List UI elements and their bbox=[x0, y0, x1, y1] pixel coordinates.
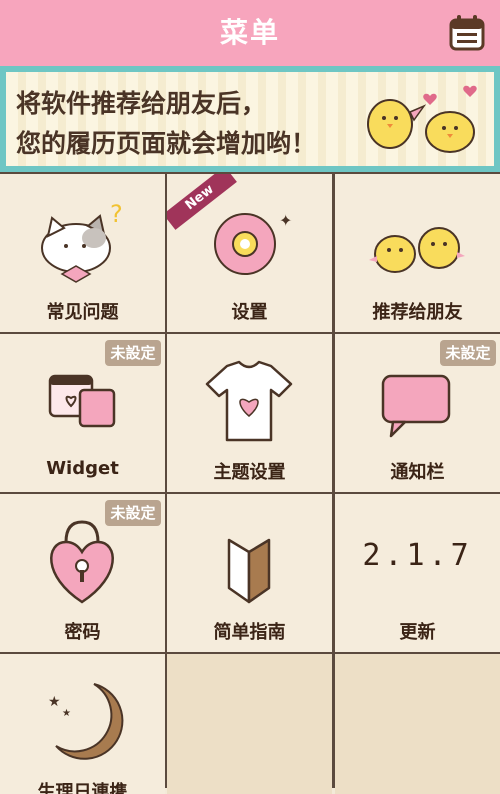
menu-label-recommend: 推荐给朋友 bbox=[372, 302, 463, 323]
svg-text:★: ★ bbox=[48, 694, 61, 710]
svg-text:?: ? bbox=[110, 200, 123, 228]
menu-label-notify: 通知栏 bbox=[390, 462, 445, 483]
menu-label-settings: 设置 bbox=[231, 302, 268, 323]
cat-icon: ? bbox=[41, 200, 123, 283]
banner-text-line1: 将软件推荐给朋友后， bbox=[16, 89, 267, 118]
shirt-icon bbox=[205, 360, 293, 442]
unset-badge: 未設定 bbox=[105, 500, 161, 526]
menu-item-recommend[interactable]: 推荐给朋友 bbox=[335, 174, 500, 332]
menu-label-widget: Widget bbox=[46, 458, 119, 479]
menu-item-faq[interactable]: ? 常见问题 bbox=[0, 174, 165, 332]
moon-icon: ★ ★ bbox=[48, 683, 124, 760]
menu-label-update: 更新 bbox=[399, 622, 436, 643]
menu-item-cycle[interactable]: ★ ★ 生理日連携 bbox=[0, 654, 165, 794]
menu-item-widget[interactable]: Widget 未設定 bbox=[0, 334, 165, 492]
widget-icon bbox=[48, 374, 116, 428]
chicks-icon bbox=[369, 227, 465, 273]
unset-badge: 未設定 bbox=[105, 340, 161, 366]
beginner-mark-icon bbox=[227, 538, 271, 604]
menu-label-cycle: 生理日連携 bbox=[37, 782, 128, 794]
banner-text-line2: 您的履历页面就会增加哟！ bbox=[16, 129, 317, 158]
unset-badge: 未設定 bbox=[440, 340, 496, 366]
menu-label-theme: 主题设置 bbox=[213, 462, 286, 483]
svg-text:✦: ✦ bbox=[279, 211, 292, 230]
empty-cell bbox=[335, 654, 500, 794]
menu-item-password[interactable]: 密码 未設定 bbox=[0, 494, 165, 652]
version-number: 2.1.7 bbox=[362, 538, 473, 573]
heart-lock-icon bbox=[50, 520, 114, 604]
calendar-icon[interactable] bbox=[448, 14, 486, 52]
empty-cell bbox=[167, 654, 332, 794]
menu-label-faq: 常见问题 bbox=[46, 302, 119, 323]
menu-item-theme[interactable]: 主题设置 bbox=[167, 334, 332, 492]
menu-item-settings[interactable]: New ✦ 设置 bbox=[167, 174, 332, 332]
menu-item-guide[interactable]: 简单指南 bbox=[167, 494, 332, 652]
menu-item-update[interactable]: 2.1.7 更新 bbox=[335, 494, 500, 652]
recommend-banner[interactable]: 将软件推荐给朋友后， 您的履历页面就会增加哟！ bbox=[0, 66, 500, 172]
chicks-icon bbox=[367, 85, 477, 153]
menu-label-password: 密码 bbox=[64, 622, 101, 643]
menu-label-guide: 简单指南 bbox=[213, 622, 286, 643]
menu-item-notify[interactable]: 通知栏 未設定 bbox=[335, 334, 500, 492]
speech-bubble-icon bbox=[381, 374, 451, 438]
app-header: 菜单 bbox=[0, 0, 500, 66]
page-title: 菜单 bbox=[219, 16, 280, 49]
svg-text:★: ★ bbox=[62, 708, 71, 719]
flower-gear-icon: ✦ bbox=[214, 211, 292, 275]
menu-grid: ? 常见问题 New ✦ 设置 推荐给朋友 Widget 未設定 主题设置 通知… bbox=[0, 172, 500, 794]
